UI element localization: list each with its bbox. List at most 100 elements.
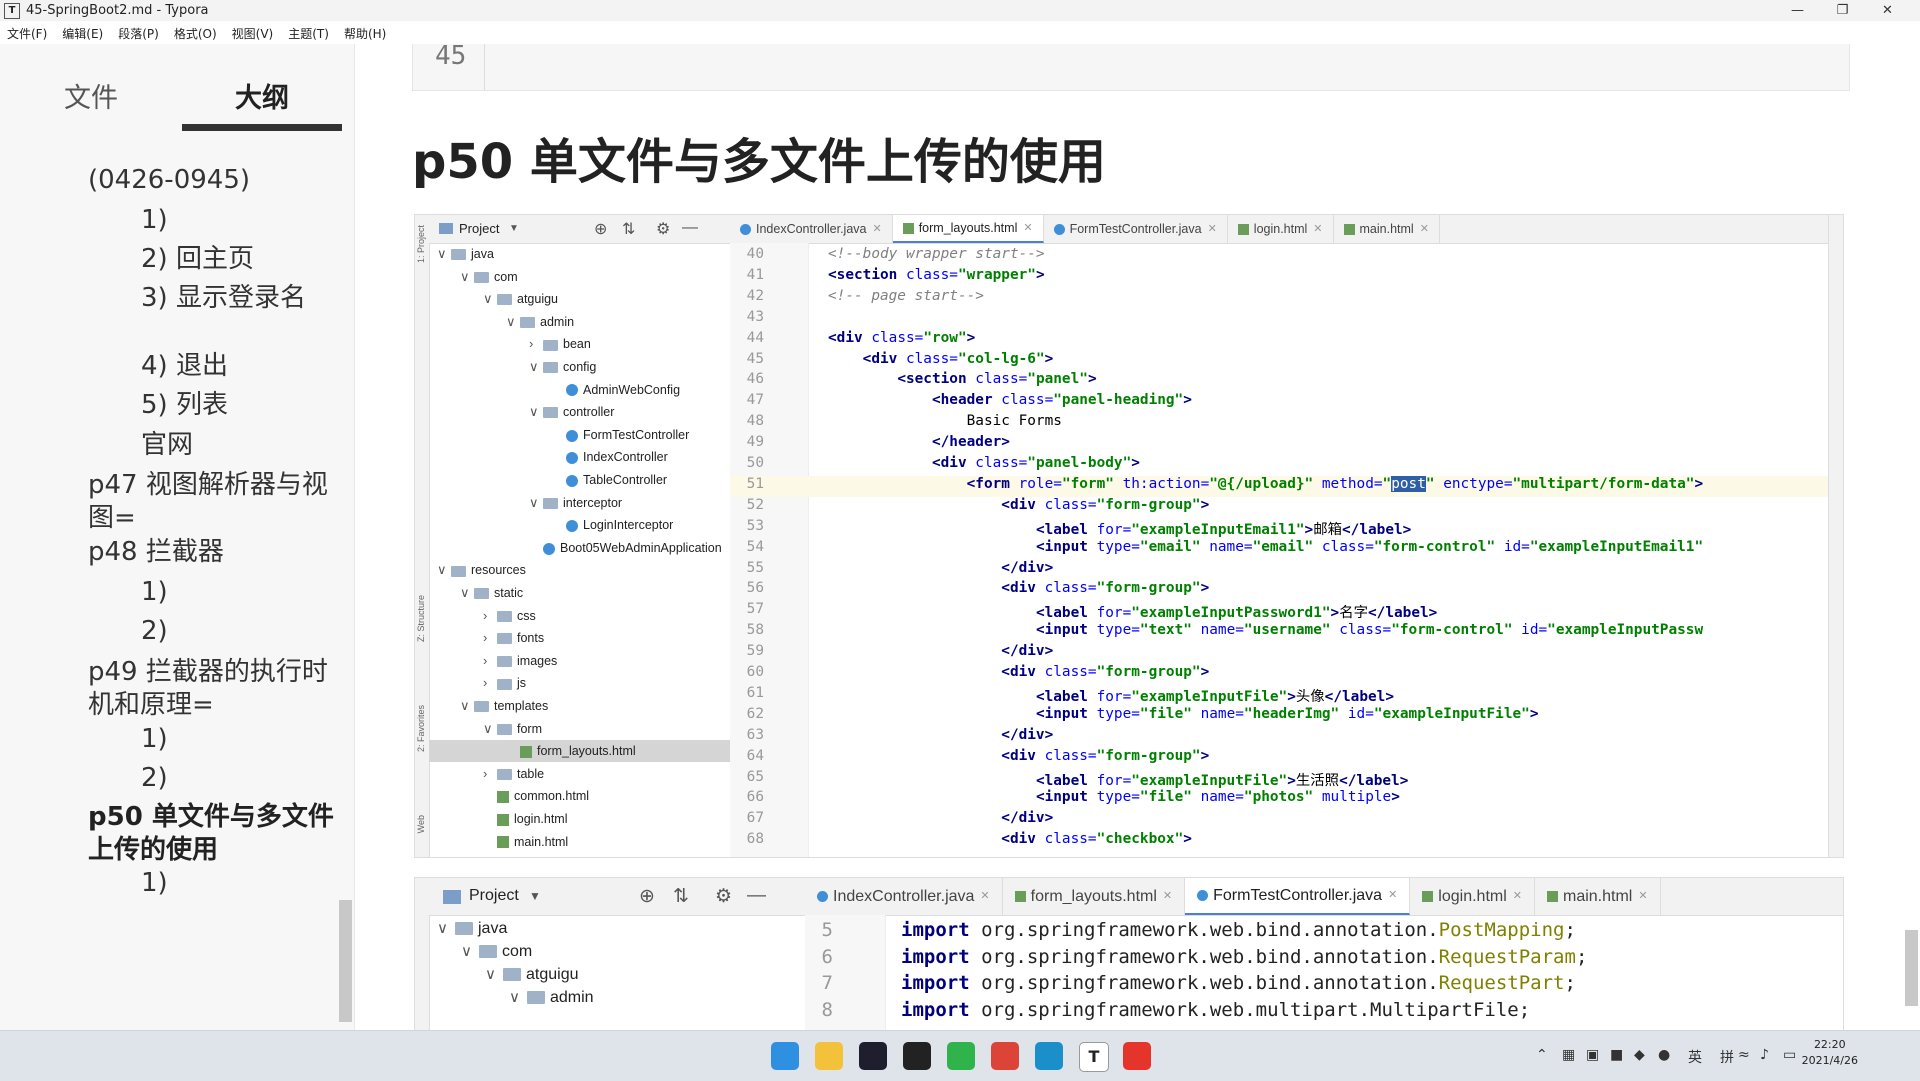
editor-tab[interactable]: main.html ✕: [1535, 878, 1661, 915]
tree-row[interactable]: IndexController: [429, 446, 744, 468]
code-block[interactable]: 45: [412, 41, 1850, 91]
tree-row[interactable]: ∨ templates: [429, 695, 744, 717]
tree-row[interactable]: LoginInterceptor: [429, 514, 744, 536]
editor-tab[interactable]: login.html ✕: [1410, 878, 1535, 915]
wifi-icon[interactable]: ≈: [1738, 1047, 1750, 1063]
tree-row[interactable]: ∨ form: [429, 718, 744, 740]
chevron-right-icon[interactable]: ›: [483, 650, 497, 672]
clock[interactable]: 22:20 2021/4/26: [1802, 1037, 1858, 1069]
code-line[interactable]: 54 <input type="email" name="email" clas…: [730, 539, 1830, 560]
chevron-right-icon[interactable]: ›: [483, 605, 497, 627]
outline-item[interactable]: 2) 回主页: [141, 243, 341, 276]
code-line[interactable]: 64 <div class="form-group">: [730, 748, 1830, 769]
battery-icon[interactable]: ▭: [1783, 1047, 1796, 1063]
editor-scrollbar[interactable]: [1905, 930, 1918, 1006]
close-icon[interactable]: ✕: [1023, 215, 1032, 242]
editor-tab[interactable]: form_layouts.html ✕: [892, 215, 1044, 243]
editor-tab[interactable]: IndexController.java ✕: [805, 878, 1003, 915]
code-line[interactable]: 50 <div class="panel-body">: [730, 455, 1830, 476]
wechat-icon[interactable]: [947, 1042, 975, 1070]
tree-row[interactable]: ∨ com: [429, 266, 744, 288]
code-line[interactable]: 5 import org.springframework.web.bind.ann…: [805, 919, 1843, 945]
chevron-down-icon[interactable]: ∨: [529, 492, 543, 514]
tree-row[interactable]: FormTestController: [429, 424, 744, 446]
close-icon[interactable]: ✕: [1638, 878, 1647, 915]
code-line[interactable]: 46 <section class="panel">: [730, 371, 1830, 392]
outline-item[interactable]: (0426-0945): [88, 164, 338, 197]
maximize-button[interactable]: ❐: [1820, 0, 1865, 21]
tree-row[interactable]: login.html: [429, 808, 744, 830]
tray-app-icon[interactable]: ■: [1610, 1047, 1623, 1063]
chevron-down-icon[interactable]: ∨: [483, 288, 497, 310]
code-line[interactable]: 6 import org.springframework.web.bind.ann…: [805, 946, 1843, 972]
outline-item[interactable]: 官网: [141, 429, 341, 462]
menu-item[interactable]: 段落(P): [118, 25, 159, 42]
tree-row[interactable]: ∨ static: [429, 582, 744, 604]
volume-icon[interactable]: ♪: [1760, 1047, 1769, 1063]
chevron-right-icon[interactable]: ›: [483, 627, 497, 649]
editor-tab[interactable]: form_layouts.html ✕: [1003, 878, 1186, 915]
chevron-down-icon[interactable]: ∨: [529, 401, 543, 423]
tree-row[interactable]: › table: [429, 763, 744, 785]
tree-row[interactable]: ∨ admin: [429, 984, 594, 1012]
sidebar-scrollbar[interactable]: [339, 900, 352, 1022]
close-icon[interactable]: ✕: [872, 215, 881, 243]
code-line[interactable]: 60 <div class="form-group">: [730, 664, 1830, 685]
code-line[interactable]: 58 <input type="text" name="username" cl…: [730, 622, 1830, 643]
close-icon[interactable]: ✕: [980, 878, 989, 915]
chevron-down-icon[interactable]: ∨: [460, 582, 474, 604]
code-line[interactable]: 68 <div class="checkbox">: [730, 831, 1830, 852]
editor-tab[interactable]: main.html ✕: [1334, 215, 1440, 243]
code-line[interactable]: 42 <!-- page start-->: [730, 288, 1830, 309]
ime-language-indicator[interactable]: 英: [1688, 1047, 1702, 1067]
qq-icon[interactable]: [903, 1042, 931, 1070]
menu-item[interactable]: 帮助(H): [344, 25, 386, 42]
tree-row[interactable]: TableController: [429, 469, 744, 491]
tree-row[interactable]: form_layouts.html: [429, 740, 744, 763]
code-line[interactable]: 61 <label for="exampleInputFile">头像</lab…: [730, 685, 1830, 706]
close-icon[interactable]: ✕: [1420, 215, 1429, 243]
typora-icon[interactable]: T: [1079, 1042, 1109, 1072]
tab-files[interactable]: 文件: [64, 76, 118, 115]
chevron-right-icon[interactable]: ›: [483, 672, 497, 694]
code-line[interactable]: 67 </div>: [730, 810, 1830, 831]
menu-item[interactable]: 格式(O): [174, 25, 217, 42]
outline-item[interactable]: p48 拦截器: [88, 536, 338, 569]
code-line[interactable]: 47 <header class="panel-heading">: [730, 392, 1830, 413]
chevron-down-icon[interactable]: ∨: [506, 311, 520, 333]
code-line[interactable]: 55 </div>: [730, 560, 1830, 581]
outline-item[interactable]: p49 拦截器的执行时机和原理=: [88, 656, 338, 722]
chevron-down-icon[interactable]: ∨: [437, 559, 451, 581]
tree-row[interactable]: ∨ config: [429, 356, 744, 378]
tray-app-icon[interactable]: ◆: [1634, 1047, 1645, 1063]
tree-row[interactable]: › bean: [429, 333, 744, 355]
close-button[interactable]: ✕: [1865, 0, 1910, 21]
close-icon[interactable]: ✕: [1513, 878, 1522, 915]
editor-tab[interactable]: login.html ✕: [1228, 215, 1334, 243]
edge-icon[interactable]: [1035, 1042, 1063, 1070]
tree-row[interactable]: ∨ controller: [429, 401, 744, 423]
file-explorer-icon[interactable]: [815, 1042, 843, 1070]
chevron-right-icon[interactable]: ›: [529, 333, 543, 355]
outline-item[interactable]: 2): [141, 615, 341, 648]
chevron-down-icon[interactable]: ∨: [483, 718, 497, 740]
code-line[interactable]: 41 <section class="wrapper">: [730, 267, 1830, 288]
tree-row[interactable]: ∨ interceptor: [429, 492, 744, 514]
tree-row[interactable]: › css: [429, 605, 744, 627]
outline-item[interactable]: 1): [141, 723, 341, 756]
tree-row[interactable]: Boot05WebAdminApplication: [429, 537, 744, 559]
minimize-button[interactable]: —: [1775, 0, 1820, 21]
tab-outline[interactable]: 大纲: [235, 76, 289, 115]
tree-row[interactable]: ∨ resources: [429, 559, 744, 581]
chrome-icon[interactable]: [991, 1042, 1019, 1070]
tree-row[interactable]: ∨ admin: [429, 311, 744, 333]
code-line[interactable]: 48 Basic Forms: [730, 413, 1830, 434]
editor-tab[interactable]: FormTestController.java ✕: [1185, 878, 1411, 915]
outline-item[interactable]: 5) 列表: [141, 389, 341, 422]
code-line[interactable]: 59 </div>: [730, 643, 1830, 664]
tree-row[interactable]: › images: [429, 650, 744, 672]
tree-row[interactable]: ∨ atguigu: [429, 288, 744, 310]
editor-tab[interactable]: IndexController.java ✕: [730, 215, 893, 243]
tray-app-icon[interactable]: ●: [1658, 1047, 1670, 1063]
code-line[interactable]: 62 <input type="file" name="headerImg" i…: [730, 706, 1830, 727]
